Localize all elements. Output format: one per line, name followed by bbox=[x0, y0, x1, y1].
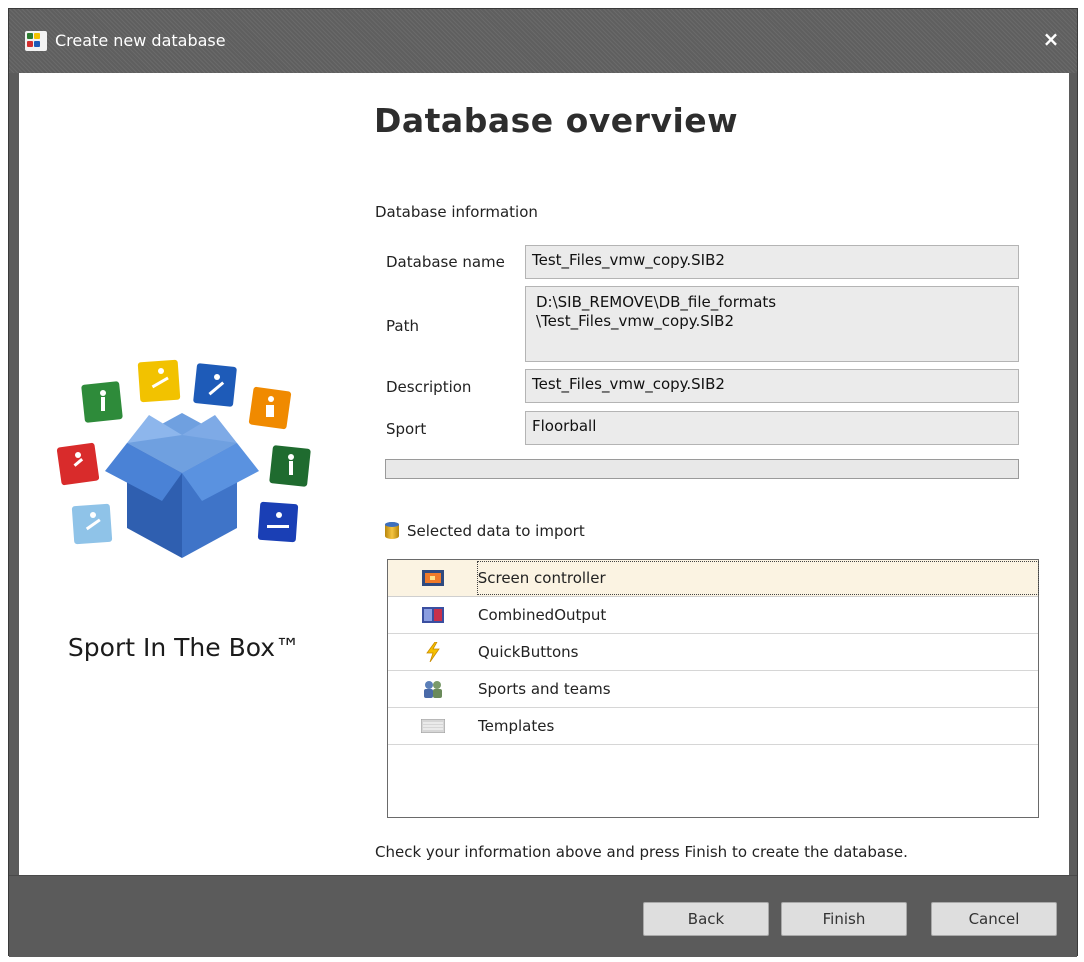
list-item-label: QuickButtons bbox=[478, 643, 579, 661]
selected-data-text: Selected data to import bbox=[407, 522, 585, 540]
close-button[interactable]: × bbox=[1039, 27, 1063, 51]
list-item-label: Sports and teams bbox=[478, 680, 611, 698]
title-bar[interactable]: Create new database × bbox=[9, 9, 1077, 73]
list-item-combined-output[interactable]: CombinedOutput bbox=[388, 597, 1038, 634]
path-line-2: \Test_Files_vmw_copy.SIB2 bbox=[536, 312, 734, 330]
dialog-content: Sport In The Box™ Database overview Data… bbox=[19, 73, 1069, 875]
list-item-templates[interactable]: Templates bbox=[388, 708, 1038, 745]
list-item-label: Screen controller bbox=[476, 561, 1040, 595]
path-field[interactable]: D:\SIB_REMOVE\DB_file_formats \Test_File… bbox=[525, 286, 1019, 362]
database-information-label: Database information bbox=[375, 203, 538, 221]
database-icon bbox=[385, 522, 399, 539]
list-item-sports-and-teams[interactable]: Sports and teams bbox=[388, 671, 1038, 708]
sport-label: Sport bbox=[386, 420, 427, 438]
window-title: Create new database bbox=[55, 31, 226, 50]
description-label: Description bbox=[386, 378, 472, 396]
logo-caption: Sport In The Box™ bbox=[67, 633, 301, 662]
cancel-button[interactable]: Cancel bbox=[931, 902, 1057, 936]
list-item-quickbuttons[interactable]: QuickButtons bbox=[388, 634, 1038, 671]
database-name-label: Database name bbox=[386, 253, 505, 271]
combined-output-icon bbox=[388, 607, 478, 623]
database-name-field[interactable]: Test_Files_vmw_copy.SIB2 bbox=[525, 245, 1019, 279]
lightning-icon bbox=[388, 642, 478, 662]
list-item-screen-controller[interactable]: Screen controller bbox=[388, 560, 1040, 597]
selected-data-label: Selected data to import bbox=[385, 522, 585, 540]
button-bar: Back Finish Cancel bbox=[9, 875, 1077, 957]
path-line-1: D:\SIB_REMOVE\DB_file_formats bbox=[536, 293, 777, 311]
teams-icon bbox=[388, 680, 478, 698]
back-button[interactable]: Back bbox=[643, 902, 769, 936]
dialog-window: Create new database × Sport In The Box™ … bbox=[8, 8, 1078, 957]
path-label: Path bbox=[386, 317, 419, 335]
template-icon bbox=[388, 719, 478, 733]
list-item-label: Templates bbox=[478, 717, 555, 735]
sport-in-the-box-logo bbox=[56, 359, 311, 558]
list-item-label: CombinedOutput bbox=[478, 606, 607, 624]
instruction-text: Check your information above and press F… bbox=[375, 843, 908, 861]
page-heading: Database overview bbox=[374, 101, 739, 140]
import-list[interactable]: Screen controller CombinedOutput QuickBu… bbox=[387, 559, 1040, 818]
progress-bar bbox=[385, 459, 1019, 479]
app-icon bbox=[25, 31, 47, 51]
description-field[interactable]: Test_Files_vmw_copy.SIB2 bbox=[525, 369, 1019, 403]
screen-controller-icon bbox=[388, 570, 478, 586]
sport-field[interactable]: Floorball bbox=[525, 411, 1019, 445]
finish-button[interactable]: Finish bbox=[781, 902, 907, 936]
